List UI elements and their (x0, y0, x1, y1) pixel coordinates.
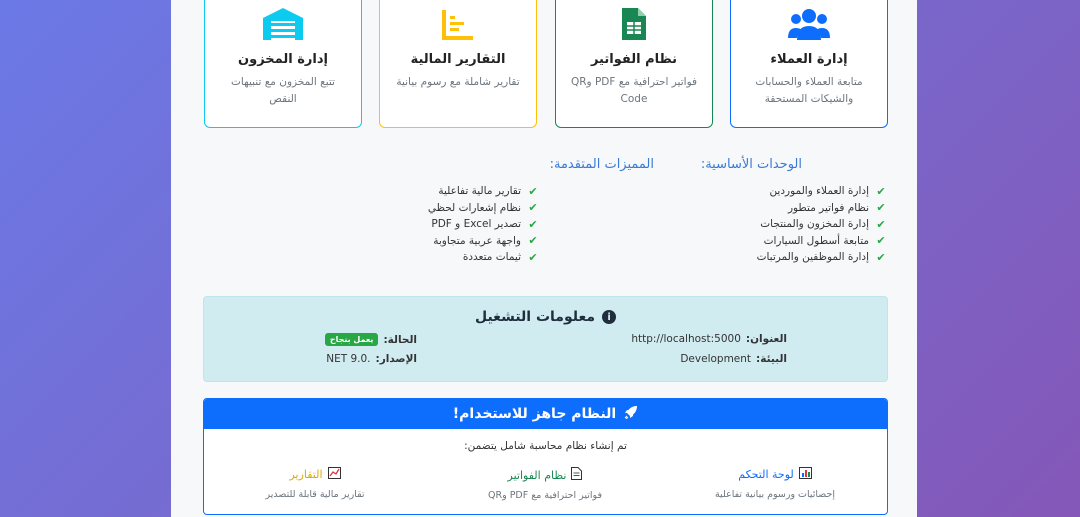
check-icon: ✔ (528, 184, 538, 198)
system-ready-card: النظام جاهز للاستخدام! تم إنشاء نظام محا… (203, 398, 888, 515)
version-value: .NET 9.0 (326, 353, 371, 365)
check-icon: ✔ (528, 201, 538, 215)
users-icon (731, 6, 887, 42)
address-value[interactable]: http://localhost:5000 (631, 333, 741, 345)
advanced-features-title: المميزات المتقدمة: (549, 157, 654, 172)
run-info-header: i معلومات التشغيل (204, 309, 887, 325)
list-item: ✔ تقارير مالية تفاعلية (438, 184, 538, 198)
card-desc: تقارير شاملة مع رسوم بيانية (396, 76, 520, 88)
check-icon: ✔ (876, 184, 886, 198)
status-row: الحالة: يعمل بنجاح (324, 333, 417, 346)
card-title: التقارير المالية (410, 52, 506, 67)
ready-intro: تم إنشاء نظام محاسبة شامل يتضمن: (464, 440, 627, 452)
chart-icon (380, 6, 536, 42)
check-icon: ✔ (876, 234, 886, 248)
feature-cards: إدارة العملاء متابعة العملاء والحسابات و… (203, 0, 888, 128)
card-title: إدارة المخزون (238, 52, 328, 67)
card-invoices[interactable]: نظام الفواتير فواتير احترافية مع PDF وQR… (555, 0, 713, 128)
list-item: ✔ نظام إشعارات لحظي (427, 201, 538, 215)
dashboard-icon (798, 467, 812, 482)
card-desc: فواتير احترافية مع PDF وQR Code (570, 76, 698, 105)
card-title: نظام الفواتير (590, 52, 678, 67)
card-desc: تتبع المخزون مع تنبيهات النقص (231, 76, 335, 105)
run-info-title: معلومات التشغيل (474, 309, 596, 325)
feature-title: لوحة التحكم (738, 468, 794, 481)
version-row: الإصدار: .NET 9.0 (326, 353, 417, 365)
card-reports[interactable]: التقارير المالية تقارير شاملة مع رسوم بي… (379, 0, 537, 128)
run-info-box: i معلومات التشغيل العنوان: http://localh… (203, 296, 888, 382)
feature-desc: فواتير احترافية مع PDF وQR (487, 490, 603, 501)
feature-reports[interactable]: التقارير تقارير مالية قابلة للتصدير (215, 467, 415, 500)
list-item: ✔ إدارة الموظفين والمرتبات (756, 250, 886, 264)
card-inventory[interactable]: إدارة المخزون تتبع المخزون مع تنبيهات ال… (204, 0, 362, 128)
list-item: ✔ إدارة المخزون والمنتجات (760, 217, 886, 231)
advanced-features: المميزات المتقدمة: ✔ تقارير مالية تفاعلية… (319, 157, 654, 266)
feature-title: التقارير (289, 468, 323, 481)
invoice-icon (556, 6, 712, 42)
address-row: العنوان: http://localhost:5000 (631, 333, 787, 345)
feature-desc: إحصائيات ورسوم بيانية تفاعلية (714, 489, 836, 500)
ready-title: النظام جاهز للاستخدام! (452, 406, 617, 422)
feature-invoices[interactable]: نظام الفواتير فواتير احترافية مع PDF وQR (445, 467, 645, 501)
ready-header: النظام جاهز للاستخدام! (204, 399, 887, 429)
check-icon: ✔ (528, 234, 538, 248)
feature-dashboard[interactable]: لوحة التحكم إحصائيات ورسوم بيانية تفاعلي… (675, 467, 875, 500)
env-row: البيئة: Development (680, 353, 787, 365)
main-panel: إدارة العملاء متابعة العملاء والحسابات و… (171, 0, 917, 517)
env-value: Development (680, 353, 752, 365)
check-icon: ✔ (528, 250, 538, 264)
list-item: ✔ إدارة العملاء والموردين (769, 184, 886, 198)
card-title: إدارة العملاء (770, 52, 848, 67)
rocket-icon (624, 405, 638, 423)
report-icon (327, 467, 341, 482)
core-modules: الوحدات الأساسية: ✔ إدارة العملاء والمورد… (587, 157, 887, 266)
list-item: ✔ ثيمات متعددة (462, 250, 538, 264)
document-icon (571, 467, 583, 483)
card-customers[interactable]: إدارة العملاء متابعة العملاء والحسابات و… (730, 0, 888, 128)
card-desc: متابعة العملاء والحسابات والشيكات المستح… (755, 76, 863, 105)
feature-desc: تقارير مالية قابلة للتصدير (265, 489, 365, 500)
check-icon: ✔ (876, 250, 886, 264)
feature-title: نظام الفواتير (507, 468, 567, 482)
check-icon: ✔ (876, 201, 886, 215)
list-item: ✔ تصدير Excel و PDF (431, 217, 538, 231)
check-icon: ✔ (528, 217, 538, 231)
list-item: ✔ متابعة أسطول السيارات (763, 234, 886, 248)
info-icon: i (602, 310, 617, 324)
list-item: ✔ نظام فواتير متطور (787, 201, 886, 215)
warehouse-icon (205, 6, 361, 42)
check-icon: ✔ (876, 217, 886, 231)
status-badge: يعمل بنجاح (324, 333, 379, 346)
list-item: ✔ واجهة عربية متجاوبة (433, 234, 538, 248)
